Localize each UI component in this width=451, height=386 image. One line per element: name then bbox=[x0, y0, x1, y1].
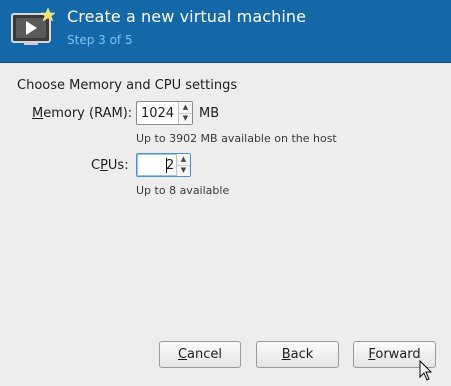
memory-label-accel: M bbox=[32, 106, 44, 121]
cpus-increment-icon[interactable]: ▲ bbox=[177, 154, 190, 166]
cpus-label-text: Us: bbox=[107, 158, 129, 173]
memory-label: Memory (RAM): bbox=[32, 106, 132, 121]
section-title: Choose Memory and CPU settings bbox=[17, 78, 238, 93]
wizard-step: Step 3 of 5 bbox=[67, 33, 133, 47]
memory-value[interactable]: 1024 bbox=[141, 106, 174, 121]
memory-hint: Up to 3902 MB available on the host bbox=[136, 132, 337, 145]
memory-label-text: emory (RAM): bbox=[43, 106, 133, 121]
cancel-accel: C bbox=[177, 347, 188, 362]
wizard-header: Create a new virtual machine Step 3 of 5 bbox=[0, 0, 451, 63]
cancel-button[interactable]: Cancel bbox=[159, 341, 241, 368]
back-button[interactable]: Back bbox=[256, 341, 339, 368]
back-accel: B bbox=[281, 347, 291, 362]
cpus-decrement-icon[interactable]: ▼ bbox=[177, 166, 190, 177]
memory-spin-buttons: ▲ ▼ bbox=[178, 102, 192, 124]
memory-increment-icon[interactable]: ▲ bbox=[179, 102, 192, 114]
back-text: ack bbox=[290, 347, 314, 362]
wizard-title: Create a new virtual machine bbox=[67, 7, 307, 26]
cpus-spinner[interactable]: 2 ▲ ▼ bbox=[136, 153, 191, 177]
cancel-text: ancel bbox=[187, 347, 223, 362]
virtual-machine-icon bbox=[10, 6, 56, 52]
memory-spinner[interactable]: 1024 ▲ ▼ bbox=[136, 101, 193, 125]
cpus-label: CPUs: bbox=[91, 158, 129, 173]
cpus-spin-buttons: ▲ ▼ bbox=[176, 154, 190, 176]
memory-decrement-icon[interactable]: ▼ bbox=[179, 114, 192, 125]
cpus-hint: Up to 8 available bbox=[136, 184, 230, 197]
mouse-pointer-icon bbox=[419, 359, 433, 386]
cpus-label-prefix: C bbox=[91, 158, 101, 173]
cpus-label-accel: P bbox=[100, 158, 108, 173]
forward-text: orward bbox=[375, 347, 421, 362]
memory-unit: MB bbox=[199, 106, 220, 121]
cpus-value[interactable]: 2 bbox=[166, 158, 174, 173]
